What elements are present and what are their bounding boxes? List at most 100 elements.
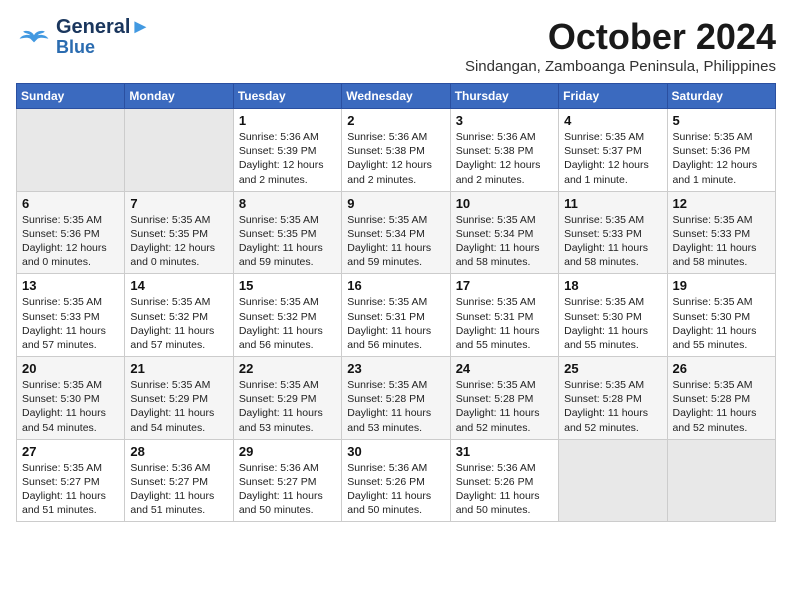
day-number: 6 (22, 196, 119, 211)
day-info: Sunrise: 5:35 AM Sunset: 5:31 PM Dayligh… (456, 295, 553, 352)
logo-icon (16, 19, 52, 55)
day-number: 20 (22, 361, 119, 376)
day-info: Sunrise: 5:35 AM Sunset: 5:31 PM Dayligh… (347, 295, 444, 352)
day-of-week-header: Sunday (17, 84, 125, 109)
day-number: 23 (347, 361, 444, 376)
calendar-day-cell: 9Sunrise: 5:35 AM Sunset: 5:34 PM Daylig… (342, 191, 450, 274)
month-title: October 2024 (465, 16, 776, 58)
calendar-day-cell: 25 Sunrise: 5:35 AM Sunset: 5:28 PM Dayli… (559, 357, 667, 440)
day-number: 4 (564, 113, 661, 128)
calendar-day-cell: 17 Sunrise: 5:35 AM Sunset: 5:31 PM Dayli… (450, 274, 558, 357)
day-number: 10 (456, 196, 553, 211)
calendar-day-cell (17, 109, 125, 192)
day-info: Sunrise: 5:35 AM Sunset: 5:30 PM Dayligh… (564, 295, 661, 352)
day-info: Sunrise: 5:35 AM Sunset: 5:29 PM Dayligh… (239, 378, 336, 435)
day-number: 3 (456, 113, 553, 128)
calendar-day-cell: 19 Sunrise: 5:35 AM Sunset: 5:30 PM Dayli… (667, 274, 775, 357)
day-number: 5 (673, 113, 770, 128)
title-block: October 2024 Sindangan, Zamboanga Penins… (465, 16, 776, 75)
calendar-day-cell: 21Sunrise: 5:35 AM Sunset: 5:29 PM Dayli… (125, 357, 233, 440)
day-info: Sunrise: 5:35 AM Sunset: 5:28 PM Dayligh… (564, 378, 661, 435)
day-number: 7 (130, 196, 227, 211)
day-info: Sunrise: 5:36 AM Sunset: 5:39 PM Dayligh… (239, 130, 336, 187)
calendar-day-cell (667, 439, 775, 522)
calendar-week-row: 6 Sunrise: 5:35 AM Sunset: 5:36 PM Daylig… (17, 191, 776, 274)
day-number: 25 (564, 361, 661, 376)
logo: General► Blue (16, 16, 150, 58)
calendar-day-cell: 29 Sunrise: 5:36 AM Sunset: 5:27 PM Dayli… (233, 439, 341, 522)
calendar-day-cell: 13Sunrise: 5:35 AM Sunset: 5:33 PM Dayli… (17, 274, 125, 357)
calendar-table: SundayMondayTuesdayWednesdayThursdayFrid… (16, 83, 776, 522)
day-number: 11 (564, 196, 661, 211)
day-number: 26 (673, 361, 770, 376)
calendar-day-cell: 14Sunrise: 5:35 AM Sunset: 5:32 PM Dayli… (125, 274, 233, 357)
day-info: Sunrise: 5:36 AM Sunset: 5:27 PM Dayligh… (130, 461, 227, 518)
calendar-day-cell: 10 Sunrise: 5:35 AM Sunset: 5:34 PM Dayli… (450, 191, 558, 274)
day-info: Sunrise: 5:36 AM Sunset: 5:26 PM Dayligh… (456, 461, 553, 518)
day-of-week-header: Saturday (667, 84, 775, 109)
day-info: Sunrise: 5:35 AM Sunset: 5:32 PM Dayligh… (239, 295, 336, 352)
calendar-day-cell: 3Sunrise: 5:36 AM Sunset: 5:38 PM Daylig… (450, 109, 558, 192)
day-number: 30 (347, 444, 444, 459)
day-number: 17 (456, 278, 553, 293)
calendar-header-row: SundayMondayTuesdayWednesdayThursdayFrid… (17, 84, 776, 109)
day-number: 13 (22, 278, 119, 293)
calendar-day-cell: 7 Sunrise: 5:35 AM Sunset: 5:35 PM Daylig… (125, 191, 233, 274)
day-number: 31 (456, 444, 553, 459)
day-info: Sunrise: 5:35 AM Sunset: 5:36 PM Dayligh… (673, 130, 770, 187)
calendar-day-cell: 8Sunrise: 5:35 AM Sunset: 5:35 PM Daylig… (233, 191, 341, 274)
day-number: 22 (239, 361, 336, 376)
calendar-week-row: 13Sunrise: 5:35 AM Sunset: 5:33 PM Dayli… (17, 274, 776, 357)
day-number: 16 (347, 278, 444, 293)
calendar-day-cell: 2 Sunrise: 5:36 AM Sunset: 5:38 PM Daylig… (342, 109, 450, 192)
day-of-week-header: Thursday (450, 84, 558, 109)
calendar-day-cell: 4 Sunrise: 5:35 AM Sunset: 5:37 PM Daylig… (559, 109, 667, 192)
day-info: Sunrise: 5:35 AM Sunset: 5:30 PM Dayligh… (673, 295, 770, 352)
calendar-week-row: 20 Sunrise: 5:35 AM Sunset: 5:30 PM Dayli… (17, 357, 776, 440)
calendar-day-cell: 6 Sunrise: 5:35 AM Sunset: 5:36 PM Daylig… (17, 191, 125, 274)
day-number: 27 (22, 444, 119, 459)
day-number: 21 (130, 361, 227, 376)
calendar-day-cell: 12Sunrise: 5:35 AM Sunset: 5:33 PM Dayli… (667, 191, 775, 274)
calendar-day-cell: 22 Sunrise: 5:35 AM Sunset: 5:29 PM Dayli… (233, 357, 341, 440)
location-title: Sindangan, Zamboanga Peninsula, Philippi… (465, 58, 776, 75)
day-info: Sunrise: 5:35 AM Sunset: 5:30 PM Dayligh… (22, 378, 119, 435)
day-of-week-header: Tuesday (233, 84, 341, 109)
day-info: Sunrise: 5:35 AM Sunset: 5:34 PM Dayligh… (456, 213, 553, 270)
page-header: General► Blue October 2024 Sindangan, Za… (16, 16, 776, 75)
day-number: 14 (130, 278, 227, 293)
calendar-week-row: 1Sunrise: 5:36 AM Sunset: 5:39 PM Daylig… (17, 109, 776, 192)
day-number: 24 (456, 361, 553, 376)
day-info: Sunrise: 5:35 AM Sunset: 5:37 PM Dayligh… (564, 130, 661, 187)
calendar-day-cell: 23 Sunrise: 5:35 AM Sunset: 5:28 PM Dayli… (342, 357, 450, 440)
calendar-week-row: 27Sunrise: 5:35 AM Sunset: 5:27 PM Dayli… (17, 439, 776, 522)
calendar-day-cell: 27Sunrise: 5:35 AM Sunset: 5:27 PM Dayli… (17, 439, 125, 522)
calendar-day-cell: 16 Sunrise: 5:35 AM Sunset: 5:31 PM Dayli… (342, 274, 450, 357)
day-number: 18 (564, 278, 661, 293)
calendar-day-cell: 18 Sunrise: 5:35 AM Sunset: 5:30 PM Dayli… (559, 274, 667, 357)
day-info: Sunrise: 5:35 AM Sunset: 5:35 PM Dayligh… (130, 213, 227, 270)
day-number: 15 (239, 278, 336, 293)
calendar-day-cell: 24 Sunrise: 5:35 AM Sunset: 5:28 PM Dayli… (450, 357, 558, 440)
calendar-day-cell: 30Sunrise: 5:36 AM Sunset: 5:26 PM Dayli… (342, 439, 450, 522)
calendar-day-cell: 20 Sunrise: 5:35 AM Sunset: 5:30 PM Dayli… (17, 357, 125, 440)
day-info: Sunrise: 5:35 AM Sunset: 5:34 PM Dayligh… (347, 213, 444, 270)
day-number: 8 (239, 196, 336, 211)
day-of-week-header: Wednesday (342, 84, 450, 109)
calendar-day-cell: 15 Sunrise: 5:35 AM Sunset: 5:32 PM Dayli… (233, 274, 341, 357)
calendar-day-cell: 11 Sunrise: 5:35 AM Sunset: 5:33 PM Dayli… (559, 191, 667, 274)
day-number: 12 (673, 196, 770, 211)
calendar-day-cell: 5 Sunrise: 5:35 AM Sunset: 5:36 PM Daylig… (667, 109, 775, 192)
day-number: 29 (239, 444, 336, 459)
day-info: Sunrise: 5:35 AM Sunset: 5:33 PM Dayligh… (564, 213, 661, 270)
day-of-week-header: Monday (125, 84, 233, 109)
day-number: 19 (673, 278, 770, 293)
day-info: Sunrise: 5:35 AM Sunset: 5:28 PM Dayligh… (456, 378, 553, 435)
calendar-day-cell: 26Sunrise: 5:35 AM Sunset: 5:28 PM Dayli… (667, 357, 775, 440)
day-info: Sunrise: 5:35 AM Sunset: 5:28 PM Dayligh… (347, 378, 444, 435)
day-number: 2 (347, 113, 444, 128)
day-info: Sunrise: 5:36 AM Sunset: 5:27 PM Dayligh… (239, 461, 336, 518)
day-number: 28 (130, 444, 227, 459)
day-info: Sunrise: 5:35 AM Sunset: 5:36 PM Dayligh… (22, 213, 119, 270)
day-info: Sunrise: 5:36 AM Sunset: 5:38 PM Dayligh… (347, 130, 444, 187)
